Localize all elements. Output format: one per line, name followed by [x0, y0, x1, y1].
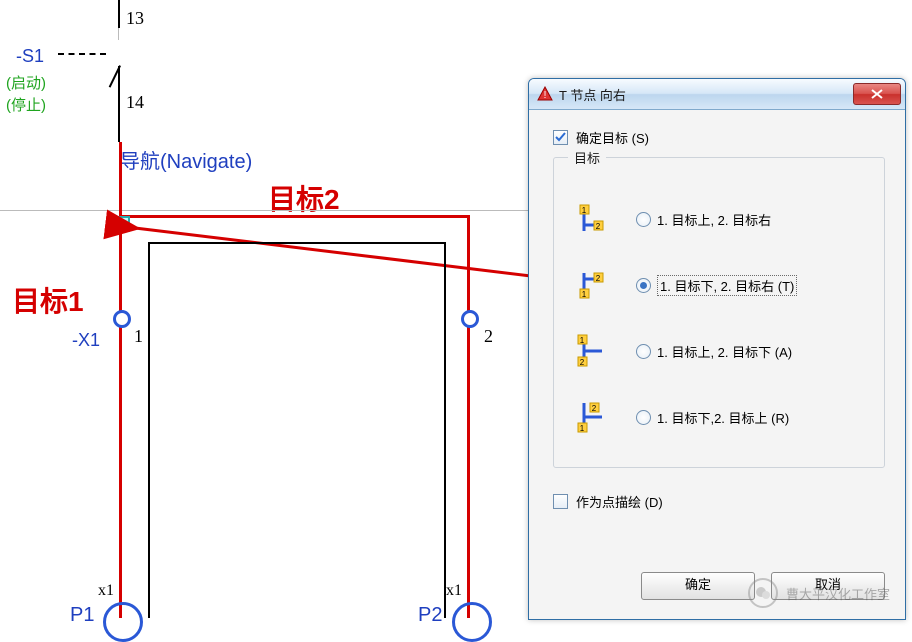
- terminal-x1-1: [113, 310, 131, 328]
- pin-14: 14: [126, 92, 144, 113]
- target-group: 目标 1 2 1. 目标上, 2. 目标右: [553, 157, 885, 468]
- conn-x1a: x1: [98, 582, 114, 600]
- ref-p2: P2: [418, 604, 442, 627]
- label-start: (启动): [6, 72, 46, 93]
- option-label: 1. 目标上, 2. 目标下 (A): [657, 342, 792, 361]
- determine-target-row[interactable]: 确定目标 (S): [553, 128, 885, 147]
- pin-x1-2: 2: [484, 326, 493, 347]
- svg-text:2: 2: [592, 404, 597, 413]
- svg-text:1: 1: [582, 206, 587, 215]
- wechat-icon: [748, 578, 778, 608]
- watermark: 曹大平汉化工作室: [748, 578, 890, 608]
- conn-x1b: x1: [446, 582, 462, 600]
- option-down-up[interactable]: 1 2 1. 目标下,2. 目标上 (R): [572, 399, 866, 435]
- svg-text:2: 2: [596, 222, 601, 231]
- close-button[interactable]: [853, 83, 901, 105]
- radio-down-right[interactable]: [636, 278, 651, 293]
- t-icon-up-right: 1 2: [572, 201, 608, 237]
- option-label: 1. 目标下,2. 目标上 (R): [657, 408, 789, 427]
- frame-top: [148, 242, 444, 244]
- draw-as-point-checkbox[interactable]: [553, 494, 568, 509]
- radio-down-up[interactable]: [636, 410, 651, 425]
- ref-s1: -S1: [16, 46, 44, 67]
- pin-13: 13: [126, 8, 144, 29]
- t-icon-down-up: 1 2: [572, 399, 608, 435]
- lamp-p2: [452, 602, 492, 642]
- determine-target-checkbox[interactable]: [553, 130, 568, 145]
- svg-text:1: 1: [582, 290, 587, 299]
- option-up-right[interactable]: 1 2 1. 目标上, 2. 目标右: [572, 201, 866, 237]
- terminal-x1-2: [461, 310, 479, 328]
- t-icon-down-right: 1 2: [572, 267, 608, 303]
- option-up-down[interactable]: 1 2 1. 目标上, 2. 目标下 (A): [572, 333, 866, 369]
- navigate-label: 导航(Navigate): [120, 145, 252, 174]
- svg-text:2: 2: [580, 358, 585, 367]
- ok-button[interactable]: 确定: [641, 572, 755, 600]
- frame-right: [444, 242, 446, 618]
- target-group-legend: 目标: [568, 148, 606, 167]
- contact-top: [118, 0, 120, 28]
- svg-text:2: 2: [596, 274, 601, 283]
- ref-p1: P1: [70, 604, 94, 627]
- contact-bottom: [118, 66, 120, 142]
- dialog-tnode: ! T 节点 向右 确定目标 (S) 目标 1: [528, 78, 906, 620]
- dialog-title: T 节点 向右: [559, 85, 853, 104]
- draw-as-point-row[interactable]: 作为点描绘 (D): [553, 492, 885, 511]
- watermark-text: 曹大平汉化工作室: [786, 584, 890, 603]
- option-label: 1. 目标上, 2. 目标右: [657, 210, 771, 229]
- check-icon: [555, 132, 566, 143]
- draw-as-point-label: 作为点描绘 (D): [576, 492, 663, 511]
- t-icon-up-down: 1 2: [572, 333, 608, 369]
- titlebar[interactable]: ! T 节点 向右: [529, 79, 905, 110]
- option-label: 1. 目标下, 2. 目标右 (T): [657, 275, 797, 296]
- close-icon: [871, 89, 883, 99]
- label-stop: (停止): [6, 94, 46, 115]
- radio-up-right[interactable]: [636, 212, 651, 227]
- callout-target1: 目标1: [12, 280, 84, 320]
- actuator-dashed: [58, 53, 106, 55]
- svg-text:!: !: [544, 90, 547, 101]
- option-down-right[interactable]: 1 2 1. 目标下, 2. 目标右 (T): [572, 267, 866, 303]
- radio-up-down[interactable]: [636, 344, 651, 359]
- app-icon: !: [537, 86, 553, 102]
- pin-x1-1: 1: [134, 326, 143, 347]
- svg-text:1: 1: [580, 336, 585, 345]
- svg-text:1: 1: [580, 424, 585, 433]
- frame-left: [148, 242, 150, 618]
- determine-target-label: 确定目标 (S): [576, 128, 649, 147]
- ref-x1: -X1: [72, 330, 100, 351]
- lamp-p1: [103, 602, 143, 642]
